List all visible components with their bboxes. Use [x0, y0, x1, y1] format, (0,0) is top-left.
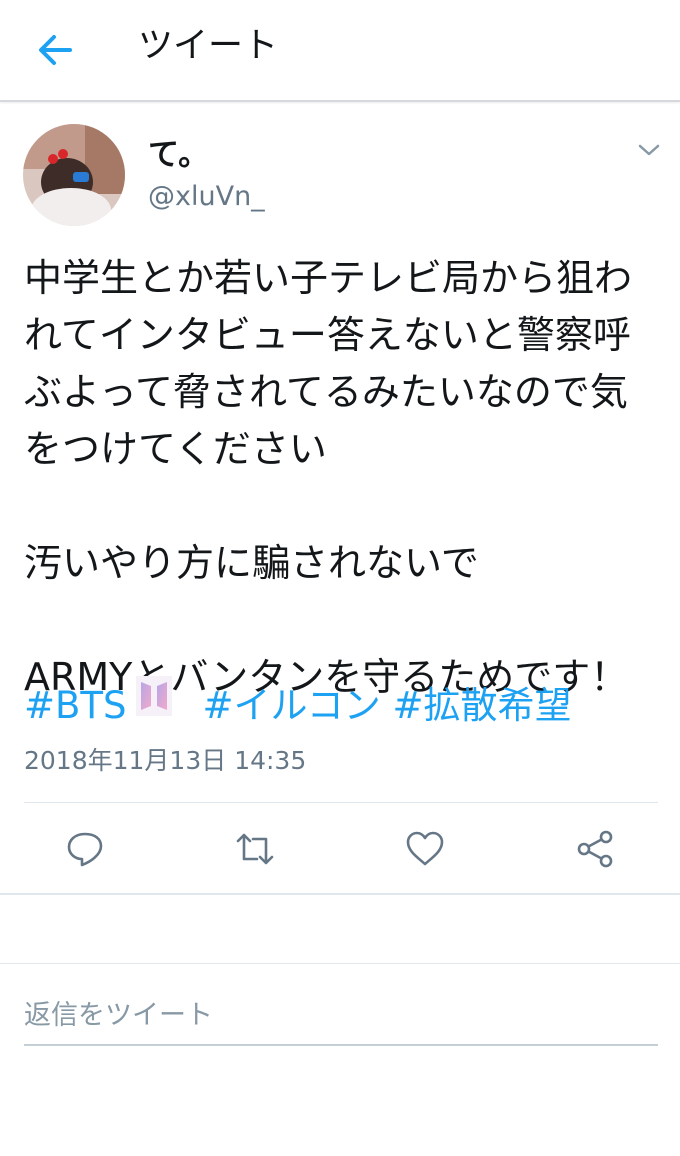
page-title: ツイート — [138, 26, 279, 66]
user-handle[interactable]: @xluVn_ — [148, 180, 265, 214]
reply-input[interactable]: 返信をツイート — [24, 988, 658, 1046]
share-icon[interactable] — [575, 829, 615, 869]
tweet-timestamp: 2018年11月13日 14:35 — [24, 746, 307, 775]
action-bar — [0, 803, 680, 893]
back-arrow-icon[interactable] — [30, 24, 82, 76]
reply-composer: 返信をツイート — [0, 963, 680, 1156]
tweet-text: 中学生とか若い子テレビ局から狙われてインタビュー答えないと警察呼ぶよって脅されて… — [24, 256, 633, 699]
hashtag-kakusan[interactable]: #拡散希望 — [393, 684, 572, 727]
display-name[interactable]: て。 — [148, 136, 209, 174]
reply-icon[interactable] — [65, 829, 105, 869]
hashtag-bts[interactable]: #BTS — [24, 684, 126, 727]
hashtag-irukon[interactable]: #イルコン — [202, 684, 380, 727]
app-header: ツイート — [0, 0, 680, 102]
avatar[interactable] — [23, 124, 125, 226]
chevron-down-icon[interactable] — [636, 140, 662, 160]
heart-icon[interactable] — [405, 829, 445, 869]
bts-logo-icon — [136, 675, 173, 732]
retweet-icon[interactable] — [235, 829, 275, 869]
hashtag-row: #BTS #イルコン #拡散希望 — [24, 675, 572, 734]
divider — [0, 893, 680, 895]
